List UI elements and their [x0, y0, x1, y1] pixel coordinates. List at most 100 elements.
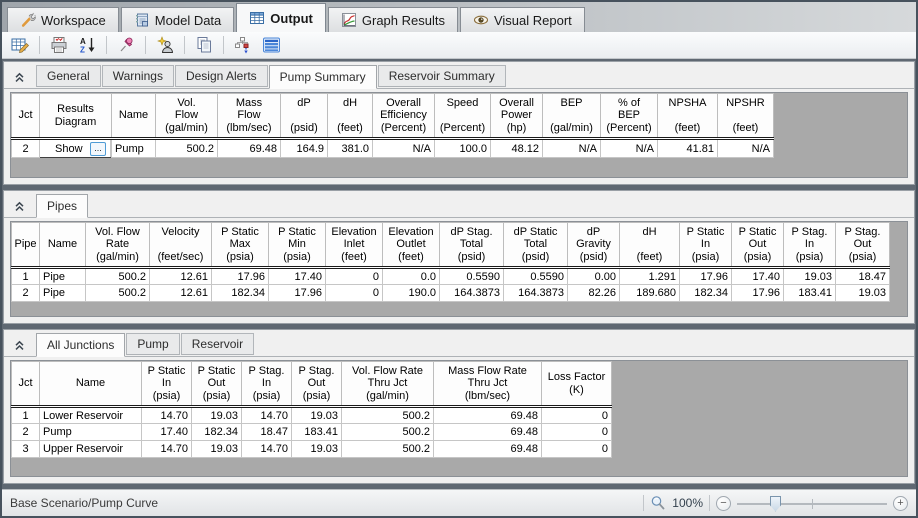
transfer-results-button[interactable] [231, 34, 255, 56]
data-cell: Pump [39, 423, 142, 441]
print-button[interactable] [47, 34, 71, 56]
column-header: Vol. Flow (gal/min) [155, 93, 218, 140]
status-bar: Base Scenario/Pump Curve 100% − + [2, 489, 916, 516]
data-cell: 0.00 [567, 267, 620, 285]
tab-output[interactable]: Output [236, 3, 326, 32]
visual-report-eye-icon [473, 15, 489, 25]
pipes-table-wrap: Pipe Name Vol. Flow Rate (gal/min) Velocity… [11, 222, 907, 302]
row-id-cell: 2 [11, 284, 40, 302]
column-header: Velocity (feet/sec) [149, 222, 212, 269]
collapse-panel-button[interactable] [10, 335, 28, 355]
data-cell: 14.70 [141, 406, 192, 424]
panel-tab-all-junctions[interactable]: All Junctions [36, 333, 126, 357]
junctions-tabstrip: All Junctions Pump Reservoir [4, 330, 914, 357]
wizard-icon [156, 36, 173, 53]
table-row: 2 Pump 17.40 182.34 18.47 183.41 500.2 69.48 0 [11, 423, 612, 441]
zoom-slider-thumb[interactable] [770, 495, 781, 512]
data-cell: 19.03 [191, 406, 242, 424]
column-header: P Static Out (psia) [731, 222, 784, 269]
panel-tab-pipes[interactable]: Pipes [36, 194, 89, 218]
pump-summary-table-wrap: Jct Results Diagram Name Vol. Flow (gal/min… [11, 93, 907, 158]
panel-tab-reservoir[interactable]: Reservoir [180, 333, 255, 355]
data-cell: N/A [717, 138, 774, 158]
data-cell: 82.26 [567, 284, 620, 302]
data-cell: 14.70 [241, 440, 292, 458]
copy-button[interactable] [192, 34, 216, 56]
panel-tab-design-alerts[interactable]: Design Alerts [174, 65, 268, 87]
data-cell: N/A [372, 138, 435, 158]
column-header: Elevation Outlet (feet) [382, 222, 440, 269]
column-header: dP (psid) [280, 93, 328, 140]
tab-label: Output [270, 10, 313, 26]
column-header: NPSHR (feet) [717, 93, 774, 140]
column-header: P Stag. Out (psia) [835, 222, 890, 269]
data-cell: 183.41 [783, 284, 836, 302]
results-table: Jct Name P Static In (psia) P Static Out (p… [11, 361, 612, 458]
data-cell: 182.34 [679, 284, 732, 302]
tab-label: Model Data [154, 12, 222, 28]
collapse-chevrons-icon [14, 340, 24, 350]
data-cell: 69.48 [217, 138, 281, 158]
data-cell: 0.5590 [503, 267, 568, 285]
tab-label: Workspace [41, 12, 106, 28]
column-header: Name [39, 361, 142, 408]
junctions-panel: All Junctions Pump Reservoir Jct Name P Stat… [3, 329, 915, 484]
results-diagram-ellipsis-button[interactable]: ... [90, 141, 106, 156]
column-header: dP Static Total (psid) [503, 222, 568, 269]
workspace-wrench-icon [21, 12, 36, 27]
column-header: dH (feet) [327, 93, 373, 140]
row-id-cell: 2 [11, 423, 40, 441]
zoom-controls: 100% − + [643, 495, 908, 512]
panel-tab-reservoir-summary[interactable]: Reservoir Summary [377, 65, 506, 87]
column-header: dP Stag. Total (psid) [439, 222, 504, 269]
column-header: BEP (gal/min) [542, 93, 601, 140]
column-header: Overall Power (hp) [490, 93, 543, 140]
table-row: 2 Pipe 500.2 12.61 182.34 17.96 0 190.0 164.3873… [11, 284, 890, 302]
show-tables-button[interactable] [259, 34, 283, 56]
column-header: Pipe [11, 222, 40, 269]
table-row: 2 Show... Pump 500.2 69.48 164.9 381.0 N/A 100.0… [11, 138, 774, 158]
data-cell: 500.2 [85, 267, 150, 285]
column-header: Elevation Inlet (feet) [325, 222, 383, 269]
tab-label: Graph Results [361, 12, 445, 28]
output-toolbar: A Z [2, 32, 916, 59]
data-cell: 500.2 [341, 406, 434, 424]
data-cell: 17.40 [141, 423, 192, 441]
tab-workspace[interactable]: Workspace [7, 7, 119, 32]
panel-tab-pump[interactable]: Pump [126, 333, 180, 355]
panel-tab-pump-summary[interactable]: Pump Summary [268, 65, 377, 89]
pin-button[interactable] [114, 34, 138, 56]
output-control-button[interactable] [8, 34, 32, 56]
tab-graph-results[interactable]: Graph Results [327, 7, 458, 32]
zoom-slider-center-tick [812, 498, 813, 509]
sort-button[interactable]: A Z [75, 34, 99, 56]
data-cell: 17.40 [268, 267, 326, 285]
junctions-content: Jct Name P Static In (psia) P Static Out (p… [10, 360, 908, 477]
collapse-panel-button[interactable] [10, 67, 28, 87]
data-cell: 183.41 [291, 423, 342, 441]
zoom-in-button[interactable]: + [893, 495, 908, 511]
table-row: 3 Upper Reservoir 14.70 19.03 14.70 19.03 500.… [11, 440, 612, 458]
column-header: NPSHA (feet) [657, 93, 718, 140]
collapse-panel-button[interactable] [10, 196, 28, 216]
tab-visual-report[interactable]: Visual Report [459, 7, 585, 32]
data-cell: Pipe [39, 284, 86, 302]
panel-tab-warnings[interactable]: Warnings [101, 65, 174, 87]
zoom-out-button[interactable]: − [716, 495, 731, 511]
data-cell: 0.0 [382, 267, 440, 285]
model-data-notebook-icon [135, 13, 148, 27]
data-cell: 19.03 [783, 267, 836, 285]
data-cell: 19.03 [835, 284, 890, 302]
data-cell: 500.2 [155, 138, 218, 158]
panel-tab-general[interactable]: General [36, 65, 101, 87]
toolbar-separator [145, 36, 146, 54]
zoom-slider[interactable] [737, 495, 887, 512]
toolbar-separator [106, 36, 107, 54]
graph-results-chart-icon [341, 13, 356, 27]
data-cell: Upper Reservoir [39, 440, 142, 458]
wizard-button[interactable] [153, 34, 177, 56]
pipes-tabs: Pipes [36, 194, 89, 218]
tab-model-data[interactable]: Model Data [120, 7, 235, 32]
show-results-diagram-link[interactable]: Show [43, 143, 83, 155]
data-cell: 19.03 [191, 440, 242, 458]
